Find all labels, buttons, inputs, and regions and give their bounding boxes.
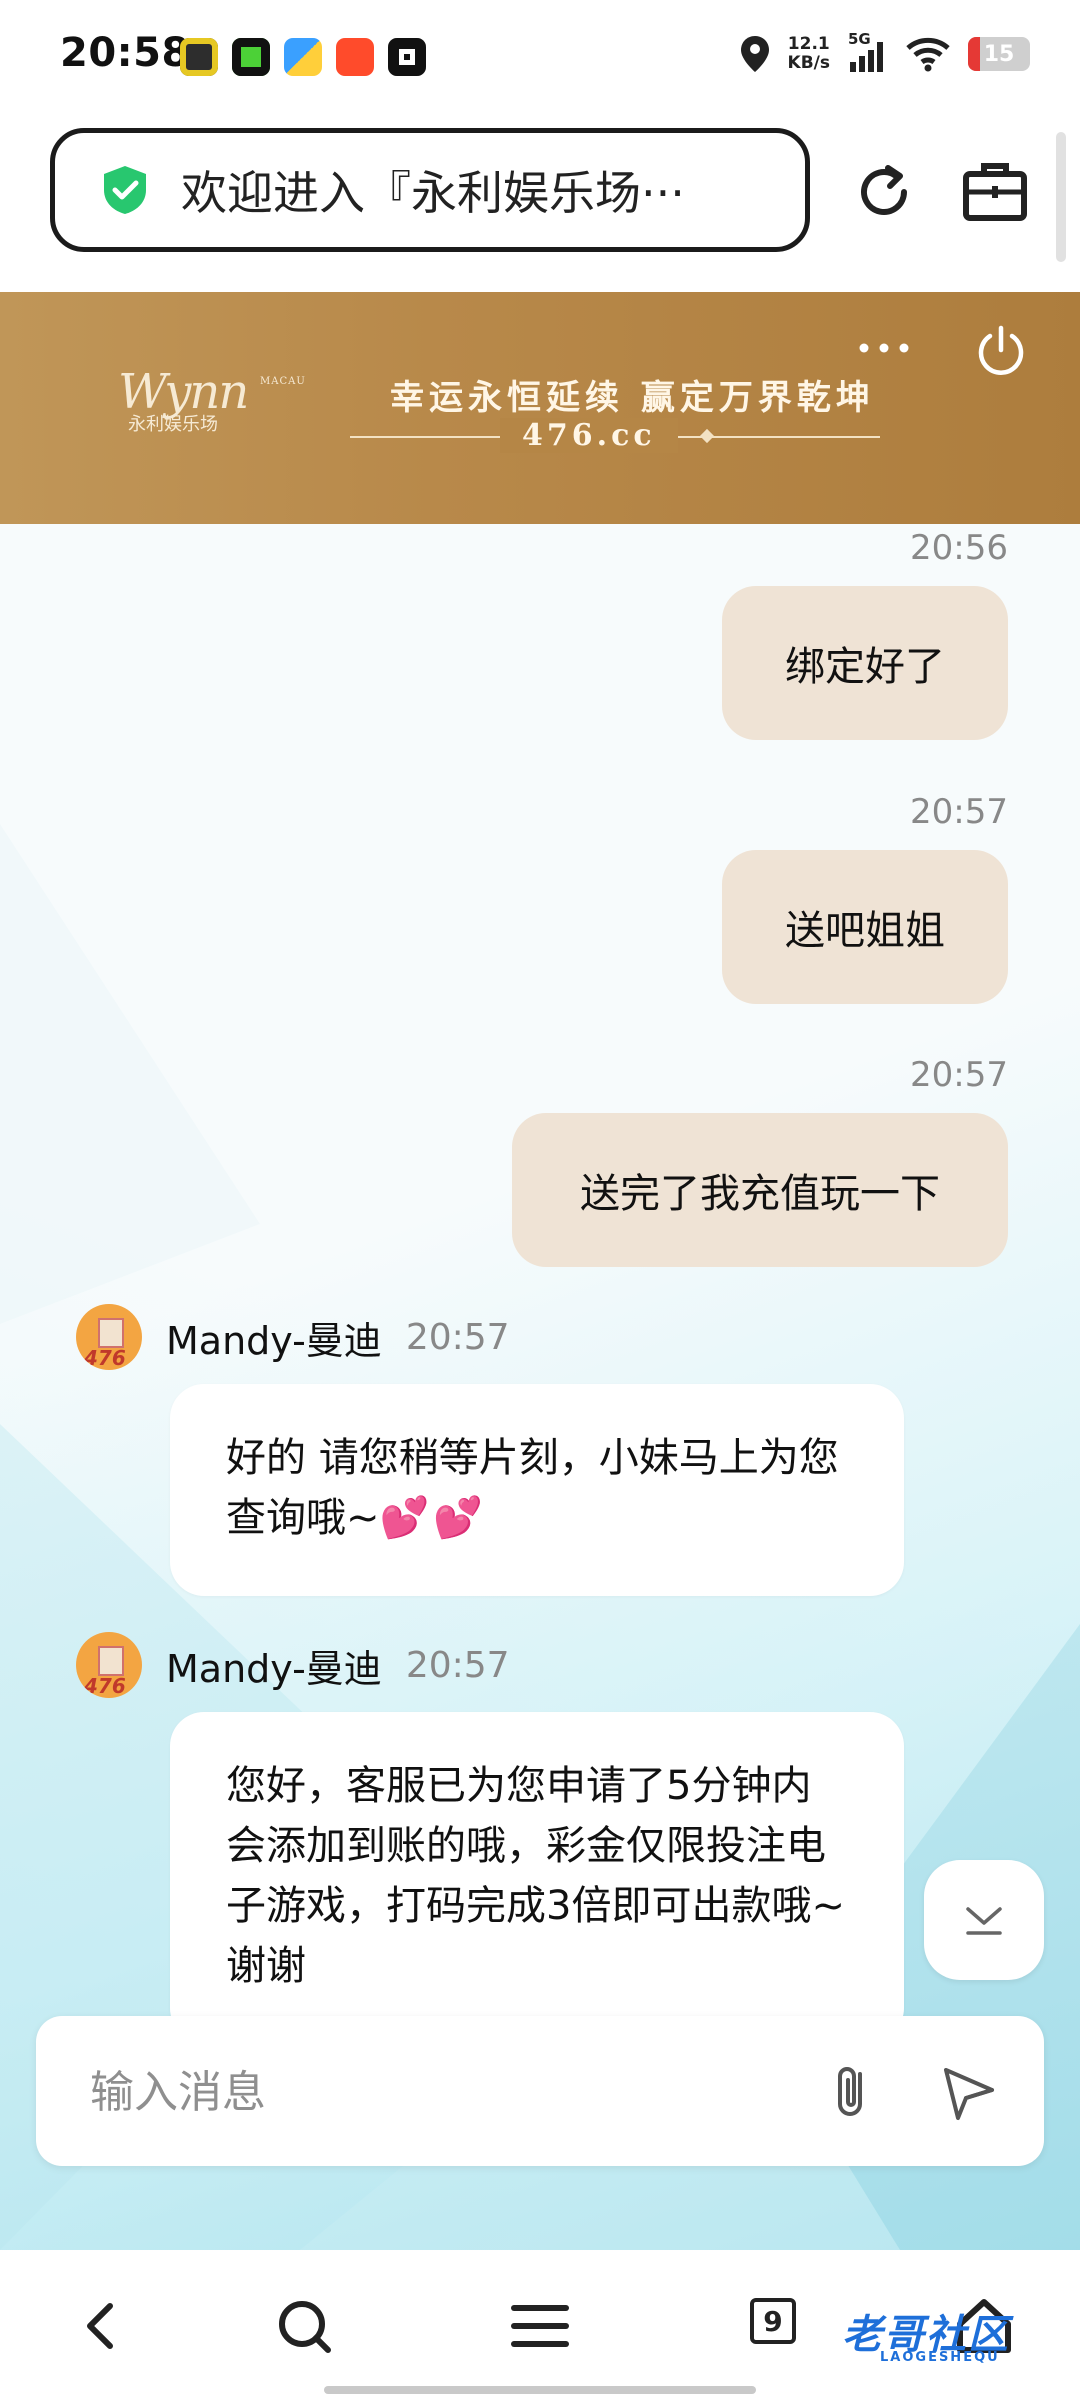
incoming-message-bubble[interactable]: 您好，客服已为您申请了5分钟内会添加到账的哦，彩金仅限投注电子游戏，打码完成3倍… bbox=[170, 1712, 904, 2042]
wifi-icon bbox=[906, 37, 950, 72]
divider-diamond bbox=[699, 428, 715, 444]
agent-avatar[interactable]: 476 bbox=[76, 1304, 142, 1370]
cell-signal-icon: 5G bbox=[848, 30, 888, 74]
tabs-button[interactable]: 9 bbox=[750, 2298, 796, 2344]
message-timestamp: 20:57 bbox=[910, 1055, 1008, 1095]
game-app-icon bbox=[180, 38, 218, 76]
message-timestamp: 20:57 bbox=[405, 1644, 510, 1686]
chat-message-list[interactable]: 20:56 绑定好了 20:57 送吧姐姐 20:57 送完了我充值玩一下 47… bbox=[0, 524, 1080, 2250]
banner-domain: 476.cc bbox=[500, 418, 678, 453]
page-title: 欢迎进入『永利娱乐场··· bbox=[181, 166, 685, 220]
back-icon[interactable] bbox=[70, 2294, 134, 2358]
sender-name: Mandy-曼迪 bbox=[166, 1318, 382, 1363]
send-icon[interactable] bbox=[936, 2060, 1000, 2124]
more-options-icon[interactable] bbox=[856, 340, 912, 356]
colorful-app-icon bbox=[284, 38, 322, 76]
status-indicators: 12.1 KB/s 5G 15 bbox=[740, 30, 1030, 74]
avatar-label: 476 bbox=[84, 1674, 126, 1698]
address-bar[interactable]: 欢迎进入『永利娱乐场··· bbox=[50, 128, 810, 252]
agent-avatar[interactable]: 476 bbox=[76, 1632, 142, 1698]
message-input[interactable] bbox=[88, 2056, 792, 2128]
heart-emoji: 💕💕 bbox=[379, 1495, 488, 1541]
page-scrollbar[interactable] bbox=[1056, 132, 1066, 262]
notification-app-icons bbox=[180, 38, 426, 76]
message-timestamp: 20:56 bbox=[910, 528, 1008, 568]
sender-name: Mandy-曼迪 bbox=[166, 1646, 382, 1691]
wynn-logo: Wynn MACAU 永利娱乐场 bbox=[118, 364, 305, 436]
battery-indicator: 15 bbox=[968, 37, 1030, 71]
outgoing-message-bubble[interactable]: 送完了我充值玩一下 bbox=[512, 1113, 1008, 1267]
toolbox-icon[interactable] bbox=[962, 160, 1028, 222]
location-icon bbox=[740, 36, 769, 72]
taobao-app-icon bbox=[336, 38, 374, 76]
avatar-label: 476 bbox=[84, 1346, 126, 1370]
wynn-logo-script: Wynn bbox=[118, 364, 249, 420]
incoming-message-bubble[interactable]: 好的 请您稍等片刻，小妹马上为您查询哦~💕💕 bbox=[170, 1384, 904, 1596]
network-speed-value: 12.1 bbox=[787, 34, 830, 54]
message-sender-row: 476 Mandy-曼迪 20:57 bbox=[76, 1304, 510, 1370]
frog-app-icon bbox=[232, 38, 270, 76]
reload-icon[interactable] bbox=[852, 160, 916, 224]
power-icon[interactable] bbox=[974, 324, 1028, 378]
security-shield-icon bbox=[104, 166, 146, 214]
scroll-to-bottom-button[interactable] bbox=[924, 1860, 1044, 1980]
message-text: 好的 请您稍等片刻，小妹马上为您查询哦~ bbox=[226, 1435, 839, 1541]
message-text: 您好，客服已为您申请了5分钟内会添加到账的哦，彩金仅限投注电子游戏，打码完成3倍… bbox=[226, 1763, 845, 1989]
message-sender-row: 476 Mandy-曼迪 20:57 bbox=[76, 1632, 510, 1698]
search-icon[interactable] bbox=[272, 2294, 336, 2358]
message-composer bbox=[36, 2016, 1044, 2166]
status-bar: 20:58 12.1 KB/s 5G 15 bbox=[0, 0, 1080, 120]
network-speed-unit: KB/s bbox=[787, 53, 830, 73]
tiktok-app-icon bbox=[388, 38, 426, 76]
chevron-down-icon bbox=[966, 1907, 1002, 1935]
message-timestamp: 20:57 bbox=[405, 1316, 510, 1358]
outgoing-message-bubble[interactable]: 绑定好了 bbox=[722, 586, 1008, 740]
banner-slogan: 幸运永恒延续 赢定万界乾坤 bbox=[390, 378, 875, 418]
casino-banner: Wynn MACAU 永利娱乐场 幸运永恒延续 赢定万界乾坤 476.cc bbox=[0, 292, 1080, 524]
network-speed: 12.1 KB/s bbox=[788, 35, 830, 73]
battery-level: 15 bbox=[983, 41, 1015, 67]
message-timestamp: 20:57 bbox=[910, 792, 1008, 832]
wynn-logo-macau: MACAU bbox=[260, 376, 306, 387]
menu-icon[interactable] bbox=[508, 2294, 572, 2358]
home-indicator[interactable] bbox=[324, 2386, 756, 2394]
outgoing-message-bubble[interactable]: 送吧姐姐 bbox=[722, 850, 1008, 1004]
status-time: 20:58 bbox=[60, 30, 190, 76]
attachment-icon[interactable] bbox=[822, 2060, 882, 2124]
watermark-subtitle: LAOGESHEQU bbox=[880, 2350, 1000, 2365]
